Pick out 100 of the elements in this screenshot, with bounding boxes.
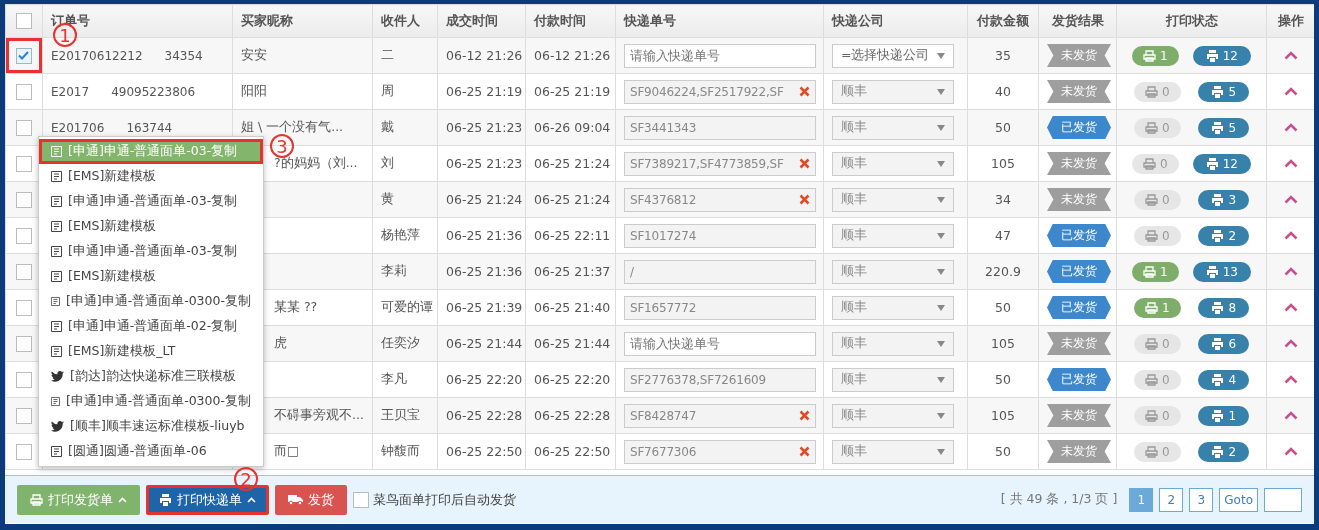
row-checkbox[interactable] bbox=[16, 191, 32, 208]
row-checkbox[interactable] bbox=[16, 83, 32, 100]
chevron-up-icon[interactable] bbox=[1283, 339, 1298, 348]
express-print-count[interactable]: 5 bbox=[1198, 117, 1250, 138]
tracking-field[interactable]: SF7677306 bbox=[624, 439, 816, 464]
express-print-count[interactable]: 12 bbox=[1192, 153, 1251, 174]
template-menu-item[interactable]: [申通]申通-普通面单-0300-复制 bbox=[39, 389, 263, 414]
row-checkbox[interactable] bbox=[16, 443, 32, 460]
row-checkbox[interactable] bbox=[16, 47, 32, 64]
goto-button[interactable]: Goto bbox=[1219, 487, 1258, 512]
chevron-up-icon[interactable] bbox=[1283, 159, 1298, 168]
tracking-field[interactable]: SF1657772 bbox=[624, 295, 816, 320]
courier-select[interactable]: 顺丰 bbox=[832, 295, 954, 320]
invoice-print-count[interactable]: 0 bbox=[1132, 153, 1179, 174]
courier-select[interactable]: 顺丰 bbox=[832, 259, 954, 284]
print-button[interactable]: 打印发货单 bbox=[17, 484, 140, 515]
courier-select[interactable]: 顺丰 bbox=[832, 403, 954, 428]
auto-ship-checkbox[interactable] bbox=[353, 491, 369, 508]
courier-select[interactable]: 顺丰 bbox=[832, 79, 954, 104]
invoice-print-count[interactable]: 1 bbox=[1133, 297, 1181, 318]
chevron-up-icon[interactable] bbox=[1283, 231, 1298, 240]
tracking-field[interactable]: / bbox=[624, 259, 816, 284]
courier-select[interactable]: 顺丰 bbox=[832, 115, 954, 140]
chevron-up-icon[interactable] bbox=[1283, 411, 1298, 420]
courier-select[interactable]: 顺丰 bbox=[832, 223, 954, 248]
courier-select[interactable]: 顺丰 bbox=[832, 367, 954, 392]
page-button[interactable]: 2 bbox=[1159, 487, 1184, 512]
courier-select[interactable]: 顺丰 bbox=[832, 187, 954, 212]
template-menu-item[interactable]: [EMS]新建模板 bbox=[39, 164, 263, 189]
express-print-count[interactable]: 3 bbox=[1198, 189, 1250, 210]
template-menu-item[interactable]: [申通]申通-普通面单-03-复制 bbox=[39, 239, 263, 264]
invoice-print-count[interactable]: 0 bbox=[1133, 369, 1181, 390]
select-all-checkbox[interactable] bbox=[16, 13, 32, 30]
express-print-count[interactable]: 13 bbox=[1192, 261, 1251, 282]
chevron-up-icon[interactable] bbox=[1283, 195, 1298, 204]
print-button[interactable]: 打印快递单 bbox=[146, 484, 269, 515]
courier-select[interactable]: 顺丰 bbox=[832, 331, 954, 356]
chevron-up-icon[interactable] bbox=[1283, 303, 1298, 312]
express-print-count[interactable]: 2 bbox=[1198, 441, 1250, 462]
template-menu-item[interactable]: [申通]申通-普通面单-02-复制 bbox=[39, 314, 263, 339]
chevron-up-icon[interactable] bbox=[1283, 375, 1298, 384]
invoice-print-count[interactable]: 1 bbox=[1132, 45, 1179, 66]
express-print-count[interactable]: 2 bbox=[1198, 225, 1250, 246]
template-menu-item[interactable]: [顺丰]顺丰速运标准模板-liuyb bbox=[39, 414, 263, 439]
page-input[interactable] bbox=[1264, 487, 1302, 512]
row-checkbox[interactable] bbox=[16, 155, 32, 172]
page-button[interactable]: 3 bbox=[1189, 487, 1214, 512]
ship-button[interactable]: 发货 bbox=[275, 484, 347, 515]
express-print-count[interactable]: 1 bbox=[1198, 405, 1250, 426]
invoice-print-count[interactable]: 0 bbox=[1133, 405, 1181, 426]
row-checkbox[interactable] bbox=[16, 263, 32, 280]
template-menu-item[interactable]: [圆通]圆通-普通面单-06 bbox=[39, 439, 263, 464]
tracking-field[interactable]: 请输入快递单号 bbox=[624, 43, 816, 68]
page-button[interactable]: 1 bbox=[1129, 487, 1154, 512]
express-print-count[interactable]: 5 bbox=[1198, 81, 1250, 102]
delete-icon[interactable] bbox=[799, 194, 810, 205]
row-checkbox[interactable] bbox=[16, 227, 32, 244]
courier-select[interactable]: 顺丰 bbox=[832, 151, 954, 176]
chevron-up-icon[interactable] bbox=[1283, 87, 1298, 96]
row-checkbox[interactable] bbox=[16, 299, 32, 316]
template-menu-item[interactable]: [申通]申通-普通面单-03-复制 bbox=[39, 139, 263, 164]
template-menu-item[interactable]: [申通]申通-普通面单-0300-复制 bbox=[39, 289, 263, 314]
invoice-print-count[interactable]: 0 bbox=[1133, 441, 1181, 462]
invoice-print-count[interactable]: 0 bbox=[1133, 333, 1181, 354]
express-print-count[interactable]: 12 bbox=[1192, 45, 1251, 66]
courier-select[interactable]: 顺丰 bbox=[832, 439, 954, 464]
template-menu-item[interactable]: [EMS]新建模板 bbox=[39, 214, 263, 239]
tracking-field[interactable]: SF3441343 bbox=[624, 115, 816, 140]
invoice-print-count[interactable]: 1 bbox=[1132, 261, 1179, 282]
chevron-up-icon[interactable] bbox=[1283, 51, 1298, 60]
tracking-field[interactable]: SF9046224,SF2517922,SF bbox=[624, 79, 816, 104]
delete-icon[interactable] bbox=[799, 158, 810, 169]
row-checkbox[interactable] bbox=[16, 371, 32, 388]
tracking-field[interactable]: SF1017274 bbox=[624, 223, 816, 248]
template-menu-item[interactable]: [EMS]新建模板_LT bbox=[39, 339, 263, 364]
invoice-print-count[interactable]: 0 bbox=[1133, 225, 1181, 246]
template-menu-item[interactable]: [EMS]新建模板 bbox=[39, 264, 263, 289]
template-menu-item[interactable]: [韵达]韵达快递标准三联模板 bbox=[39, 364, 263, 389]
tracking-field[interactable]: SF2776378,SF7261609 bbox=[624, 367, 816, 392]
invoice-print-count[interactable]: 0 bbox=[1133, 81, 1181, 102]
express-print-count[interactable]: 6 bbox=[1198, 333, 1250, 354]
row-checkbox[interactable] bbox=[16, 335, 32, 352]
row-checkbox[interactable] bbox=[16, 119, 32, 136]
delete-icon[interactable] bbox=[799, 410, 810, 421]
invoice-print-count[interactable]: 0 bbox=[1133, 117, 1181, 138]
tracking-field[interactable]: SF8428747 bbox=[624, 403, 816, 428]
express-print-count[interactable]: 8 bbox=[1198, 297, 1250, 318]
express-print-count[interactable]: 4 bbox=[1198, 369, 1250, 390]
courier-select[interactable]: =选择快递公司 bbox=[832, 43, 954, 68]
chevron-up-icon[interactable] bbox=[1283, 267, 1298, 276]
tracking-field[interactable]: 请输入快递单号 bbox=[624, 331, 816, 356]
row-checkbox[interactable] bbox=[16, 407, 32, 424]
delete-icon[interactable] bbox=[799, 446, 810, 457]
delete-icon[interactable] bbox=[799, 86, 810, 97]
tracking-field[interactable]: SF4376812 bbox=[624, 187, 816, 212]
chevron-up-icon[interactable] bbox=[1283, 447, 1298, 456]
template-menu-item[interactable]: [申通]申通-普通面单-03-复制 bbox=[39, 189, 263, 214]
invoice-print-count[interactable]: 0 bbox=[1133, 189, 1181, 210]
chevron-up-icon[interactable] bbox=[1283, 123, 1298, 132]
tracking-field[interactable]: SF7389217,SF4773859,SF bbox=[624, 151, 816, 176]
